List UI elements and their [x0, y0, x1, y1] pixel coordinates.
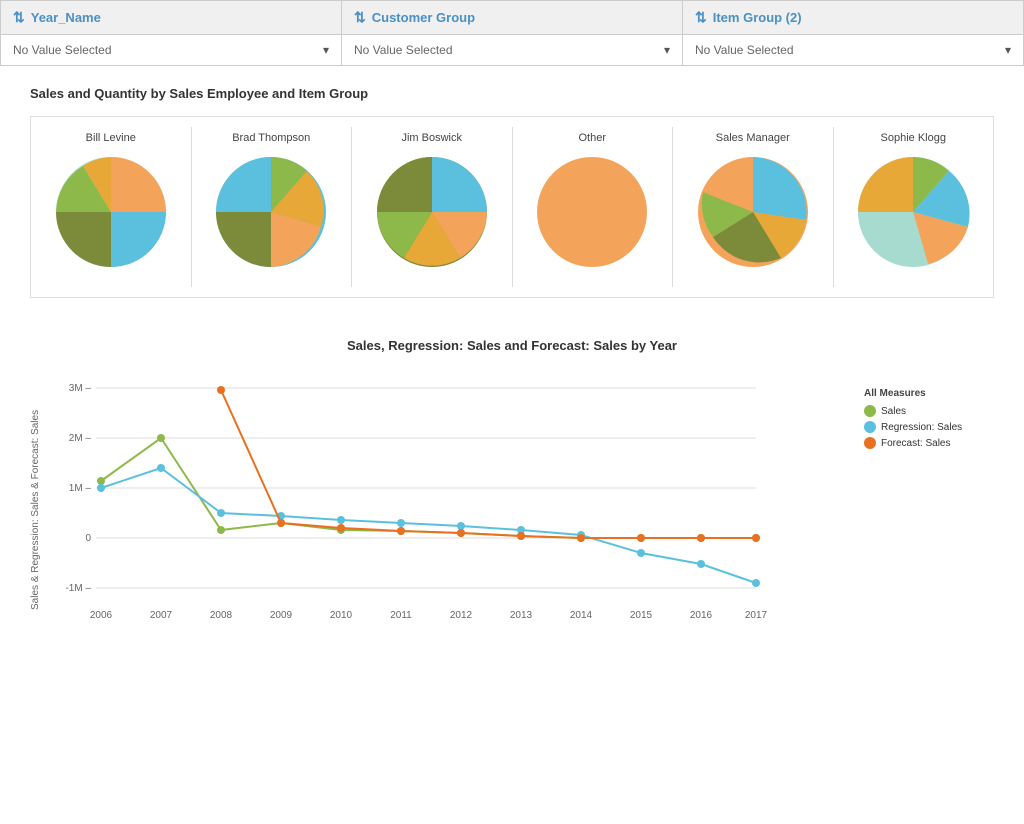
pie-label-other: Other: [578, 132, 606, 144]
filter-value-customer: No Value Selected: [354, 43, 453, 57]
pie-column-sales-mgr: Sales Manager: [673, 127, 834, 287]
pie-label-bill: Bill Levine: [86, 132, 136, 144]
filter-year-name: ⇅ Year_Name No Value Selected ▾: [1, 1, 342, 65]
svg-text:2M –: 2M –: [69, 433, 92, 444]
pie-chart-container: Bill Levine: [30, 116, 994, 298]
pie-brad: [211, 152, 331, 272]
legend-label-forecast: Forecast: Sales: [881, 438, 950, 449]
legend-line-forecast: Forecast: Sales: [864, 437, 994, 449]
filter-item-group: ⇅ Item Group (2) No Value Selected ▾: [683, 1, 1023, 65]
filter-value-item: No Value Selected: [695, 43, 794, 57]
filter-customer-group: ⇅ Customer Group No Value Selected ▾: [342, 1, 683, 65]
svg-text:-1M –: -1M –: [65, 583, 91, 594]
line-chart-svg: 3M – 2M – 1M – 0 -1M – 2006 2007 2008 20…: [46, 368, 776, 648]
svg-text:3M –: 3M –: [69, 383, 92, 394]
svg-text:2015: 2015: [630, 610, 653, 621]
pie-column-other: Other: [513, 127, 674, 287]
svg-text:2007: 2007: [150, 610, 173, 621]
legend-line-regression: Regression: Sales: [864, 421, 994, 433]
svg-text:2014: 2014: [570, 610, 593, 621]
chevron-down-icon-customer: ▾: [664, 43, 670, 57]
svg-text:0: 0: [85, 533, 91, 544]
svg-text:2013: 2013: [510, 610, 533, 621]
svg-text:1M –: 1M –: [69, 483, 92, 494]
filter-select-customer[interactable]: No Value Selected ▾: [342, 35, 682, 65]
main-content: Sales and Quantity by Sales Employee and…: [0, 66, 1024, 671]
line-chart-area: 3M – 2M – 1M – 0 -1M – 2006 2007 2008 20…: [46, 368, 844, 651]
y-axis-label: Sales & Regression: Sales & Forecast: Sa…: [30, 368, 41, 651]
pie-column-jim: Jim Boswick: [352, 127, 513, 287]
svg-text:2010: 2010: [330, 610, 353, 621]
line-chart-section: Sales, Regression: Sales and Forecast: S…: [30, 338, 994, 651]
pie-chart-section: Sales and Quantity by Sales Employee and…: [30, 86, 994, 298]
pie-column-sophie: Sophie Klogg: [834, 127, 994, 287]
filter-select-item[interactable]: No Value Selected ▾: [683, 35, 1023, 65]
svg-text:2012: 2012: [450, 610, 473, 621]
filter-title-customer: Customer Group: [372, 10, 475, 25]
svg-text:2011: 2011: [390, 610, 412, 621]
pie-chart-title: Sales and Quantity by Sales Employee and…: [30, 86, 994, 101]
pie-label-brad: Brad Thompson: [232, 132, 310, 144]
pie-jim: [372, 152, 492, 272]
pie-bill: [51, 152, 171, 272]
pie-column-bill: Bill Levine: [31, 127, 192, 287]
filter-title-year: Year_Name: [31, 10, 101, 25]
legend-dot-sales: [864, 405, 876, 417]
line-chart-legend: All Measures Sales Regression: Sales For…: [864, 368, 994, 651]
line-legend-title: All Measures: [864, 388, 994, 399]
pie-column-brad: Brad Thompson: [192, 127, 353, 287]
pie-label-sales-mgr: Sales Manager: [716, 132, 790, 144]
filter-value-year: No Value Selected: [13, 43, 112, 57]
pie-sophie: [853, 152, 973, 272]
filter-title-item: Item Group (2): [713, 10, 802, 25]
pie-label-jim: Jim Boswick: [401, 132, 462, 144]
legend-line-sales: Sales: [864, 405, 994, 417]
svg-text:2017: 2017: [745, 610, 768, 621]
pie-other: [532, 152, 652, 272]
svg-text:2008: 2008: [210, 610, 233, 621]
svg-text:2006: 2006: [90, 610, 113, 621]
filter-bar: ⇅ Year_Name No Value Selected ▾ ⇅ Custom…: [0, 0, 1024, 66]
sort-icon-item: ⇅: [695, 9, 707, 26]
pie-label-sophie: Sophie Klogg: [881, 132, 946, 144]
chevron-down-icon-item: ▾: [1005, 43, 1011, 57]
filter-select-year[interactable]: No Value Selected ▾: [1, 35, 341, 65]
chevron-down-icon-year: ▾: [323, 43, 329, 57]
svg-text:2009: 2009: [270, 610, 293, 621]
legend-label-regression: Regression: Sales: [881, 422, 962, 433]
pie-sales-mgr: [693, 152, 813, 272]
legend-dot-forecast: [864, 437, 876, 449]
line-chart-title: Sales, Regression: Sales and Forecast: S…: [30, 338, 994, 353]
pie-charts-area: Bill Levine: [31, 117, 993, 297]
legend-label-sales: Sales: [881, 406, 906, 417]
sort-icon-year: ⇅: [13, 9, 25, 26]
legend-dot-regression: [864, 421, 876, 433]
svg-text:2016: 2016: [690, 610, 713, 621]
sort-icon-customer: ⇅: [354, 9, 366, 26]
